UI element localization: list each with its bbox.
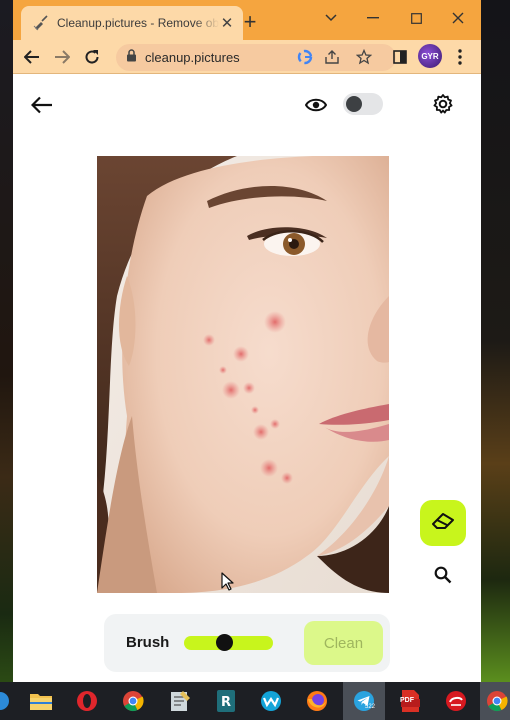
kebab-menu-icon[interactable] [449,46,471,68]
arrow-left-icon[interactable] [21,46,43,68]
slider-thumb[interactable] [216,634,233,651]
edited-photo[interactable] [97,156,389,593]
clean-button[interactable]: Clean [304,621,383,665]
magnifier-icon[interactable] [431,563,455,587]
pdf-label: PDF [400,697,414,704]
app-canvas: Brush Clean [13,74,481,682]
arrow-right-icon[interactable] [51,46,73,68]
arrow-left-icon[interactable] [30,93,54,117]
telegram-badge: 522 [365,704,376,710]
brush-label: Brush [126,634,170,651]
broom-favicon-icon [33,15,49,31]
brush-controls: Brush Clean [104,614,390,672]
telegram-icon[interactable]: 522 [343,682,385,720]
edge-icon[interactable] [0,687,14,715]
avatar[interactable]: GYR [418,44,442,68]
close-window-icon[interactable] [447,7,469,29]
close-tab-icon[interactable]: ✕ [219,15,235,32]
chevron-down-icon[interactable] [320,7,342,29]
maximize-icon[interactable] [405,7,427,29]
toggle-knob [346,96,362,112]
taskbar: R 522 PDF [0,682,510,720]
share-icon[interactable] [323,48,341,66]
svg-text:R: R [221,695,231,710]
chrome-icon[interactable] [119,687,147,715]
pdf-icon[interactable]: PDF [396,687,424,715]
trend-micro-icon[interactable] [442,687,470,715]
opera-icon[interactable] [73,687,101,715]
gear-icon[interactable] [431,92,455,116]
google-icon[interactable] [296,48,314,66]
lock-icon[interactable] [126,48,137,67]
brush-size-slider[interactable] [184,634,273,651]
notepad-icon[interactable] [166,687,194,715]
reload-icon[interactable] [81,46,103,68]
browser-window: Cleanup.pictures - Remove ob ✕ + cleanup… [13,0,481,682]
plus-icon[interactable]: + [239,11,261,34]
chrome-active-icon[interactable] [480,682,510,720]
tab-strip: Cleanup.pictures - Remove ob ✕ + [13,0,481,40]
star-icon[interactable] [355,48,373,66]
mouse-pointer-icon [221,572,235,597]
address-bar[interactable]: cleanup.pictures [116,44,396,71]
minimize-icon[interactable] [362,7,384,29]
preview-toggle[interactable] [343,93,383,115]
side-panel-icon[interactable] [389,46,411,68]
desktop-wallpaper-edge [481,0,510,682]
tab-title: Cleanup.pictures - Remove ob [57,16,219,30]
file-explorer-icon[interactable] [27,687,55,715]
r-app-icon[interactable]: R [212,687,240,715]
eye-icon[interactable] [303,93,329,117]
browser-toolbar: cleanup.pictures GYR [13,40,481,74]
url-text: cleanup.pictures [145,50,240,65]
eraser-icon [431,512,455,535]
webex-icon[interactable] [257,687,285,715]
firefox-icon[interactable] [303,687,331,715]
eraser-button[interactable] [420,500,466,546]
browser-tab[interactable]: Cleanup.pictures - Remove ob ✕ [21,6,243,40]
